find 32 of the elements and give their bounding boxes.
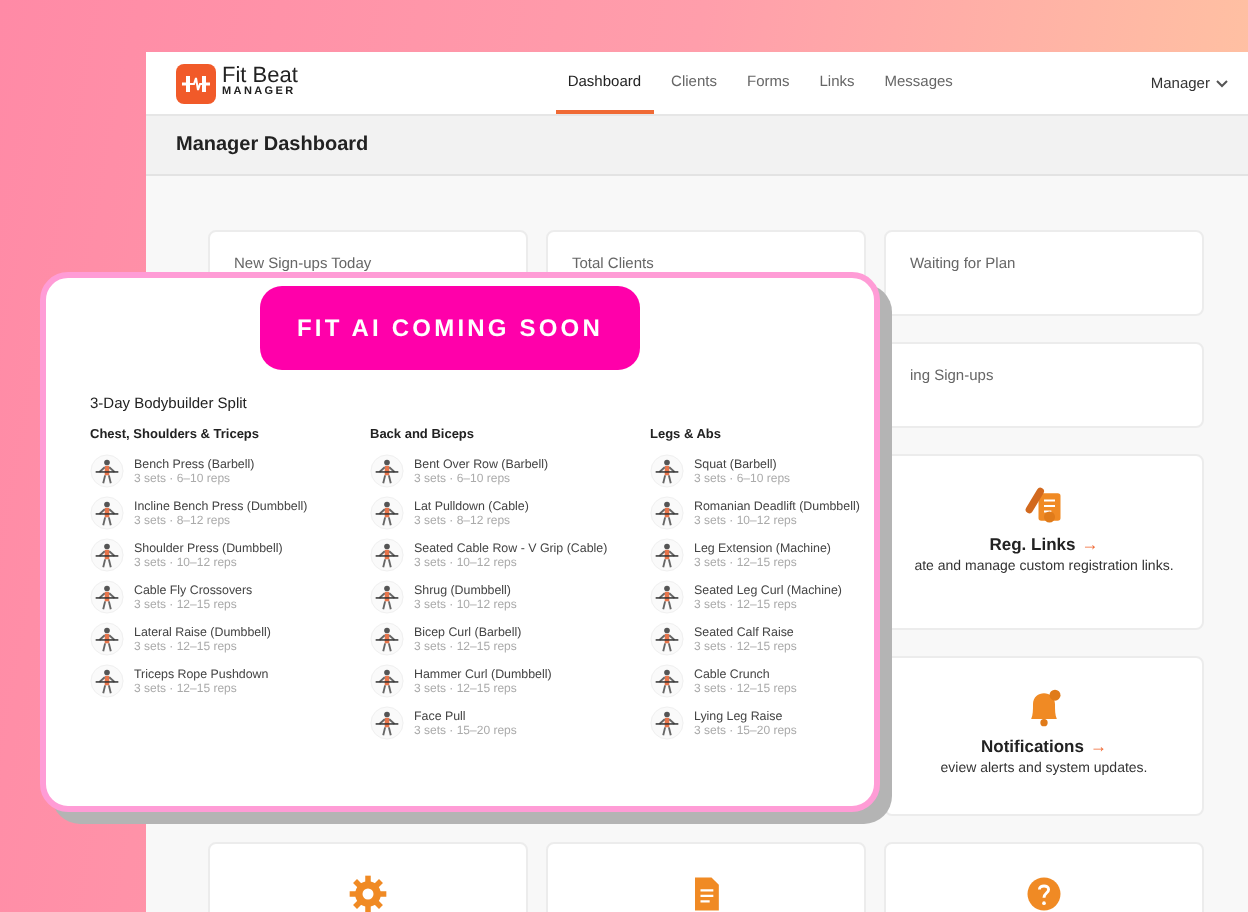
exercise-figure-icon (370, 580, 404, 614)
tile-title: Notifications (981, 736, 1084, 756)
exercise-figure-icon (90, 454, 124, 488)
exercise-figure-icon (90, 496, 124, 530)
exercise-figure-icon (650, 706, 684, 740)
arrow-text: → (1089, 736, 1107, 756)
gear-icon (346, 872, 390, 912)
exercise-figure-icon (90, 664, 124, 698)
exercise-figure-icon (90, 622, 124, 656)
exercise-figure-icon (370, 622, 404, 656)
exercise-figure-icon (650, 664, 684, 698)
exercise-figure-icon (370, 706, 404, 740)
exercise-figure-icon (650, 580, 684, 614)
exercise-figure-icon (370, 538, 404, 572)
exercise-figure-icon (90, 580, 124, 614)
exercise-figure-icon (370, 664, 404, 698)
logo-icon (176, 63, 216, 103)
page-title: Manager Dashboard (176, 134, 369, 156)
exercise-figure-icon (650, 496, 684, 530)
exercise-figure-icon (90, 538, 124, 572)
exercise-figure-icon (650, 454, 684, 488)
question-icon (1022, 872, 1066, 912)
exercise-figure-icon (370, 454, 404, 488)
exercise-figure-icon (650, 622, 684, 656)
link-document-icon (1022, 484, 1066, 528)
tile-title: Reg. Links (989, 534, 1076, 554)
coming-soon-badge: FIT AI COMING SOON (260, 286, 640, 370)
arrow-text: → (1081, 534, 1099, 554)
exercise-figure-icon (650, 538, 684, 572)
chevron-down-icon (1215, 79, 1228, 87)
brand-name: Fit Beat (222, 66, 298, 89)
exercise-figure-icon (370, 496, 404, 530)
